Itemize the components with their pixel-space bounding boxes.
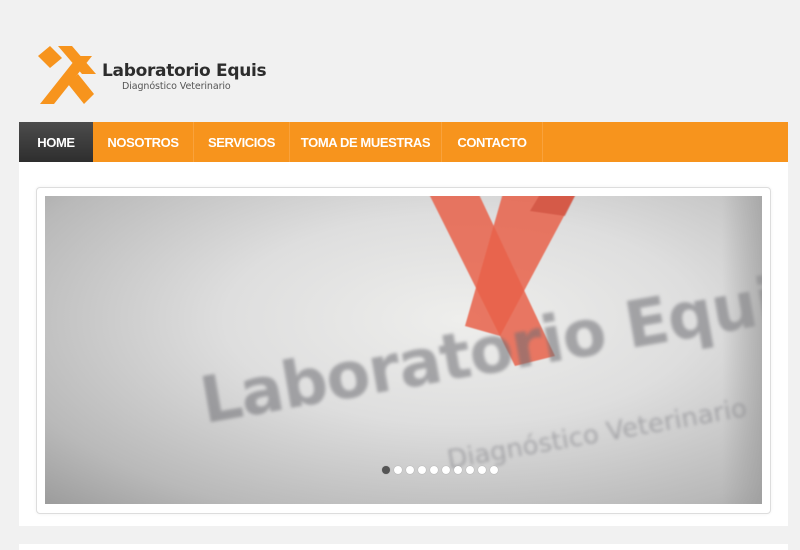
slide-image[interactable]: Laboratorio Equis Diagnóstico Veterinari… [45,196,762,504]
slider-dot-8[interactable] [466,466,474,474]
slider-dot-6[interactable] [442,466,450,474]
nav-item-home[interactable]: HOME [19,122,93,162]
slider-dot-4[interactable] [418,466,426,474]
site-logo[interactable]: Laboratorio Equis Diagnóstico Veterinari… [38,44,267,108]
slide-wall-subtext: Diagnóstico Veterinario [445,393,750,476]
slider-dot-10[interactable] [490,466,498,474]
next-section-edge [19,544,788,550]
nav-item-servicios[interactable]: SERVICIOS [194,122,290,162]
page: Laboratorio Equis Diagnóstico Veterinari… [0,0,800,550]
slider-dot-2[interactable] [394,466,402,474]
logo-text: Laboratorio Equis Diagnóstico Veterinari… [102,61,267,93]
slider-dot-1[interactable] [382,466,390,474]
nav-item-contacto[interactable]: CONTACTO [442,122,543,162]
nav-item-toma-de-muestras[interactable]: TOMA DE MUESTRAS [290,122,442,162]
slider-dot-9[interactable] [478,466,486,474]
nav-item-nosotros[interactable]: NOSOTROS [93,122,194,162]
slider-dot-5[interactable] [430,466,438,474]
site-title: Laboratorio Equis [102,61,267,81]
main-content: Laboratorio Equis Diagnóstico Veterinari… [19,162,788,526]
main-nav: HOME NOSOTROS SERVICIOS TOMA DE MUESTRAS… [19,122,788,162]
slide-shadow [722,196,762,504]
slider-pagination [382,466,498,474]
x-logo-icon [38,44,98,108]
slider-dot-3[interactable] [406,466,414,474]
slider-dot-7[interactable] [454,466,462,474]
site-subtitle: Diagnóstico Veterinario [122,81,231,92]
image-slider: Laboratorio Equis Diagnóstico Veterinari… [36,187,771,514]
